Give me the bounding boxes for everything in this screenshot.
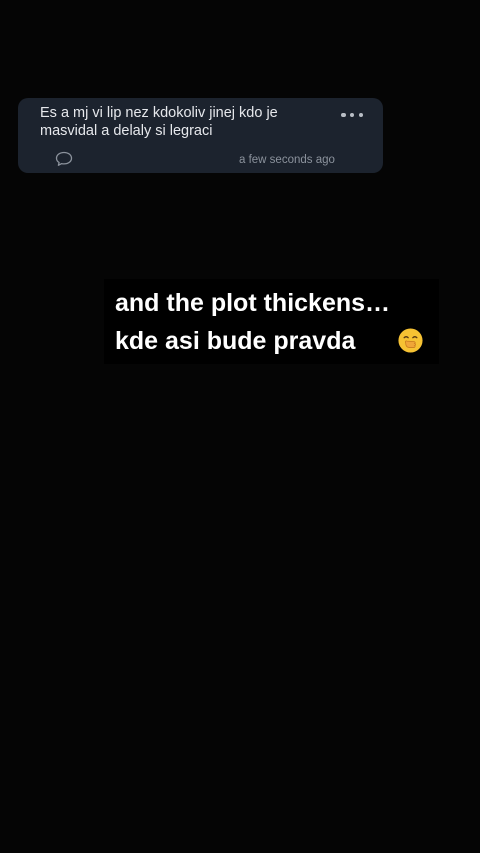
comment-timestamp: a few seconds ago	[239, 154, 335, 166]
comment-text: Es a mj vi lip nez kdokoliv jinej kdo je…	[40, 105, 278, 139]
more-options-icon[interactable]	[341, 108, 363, 122]
face-with-hand-over-mouth-icon	[398, 328, 423, 353]
caption-line-1: and the plot thickens…	[115, 289, 391, 317]
caption-line-2: kde asi bude pravda	[115, 327, 356, 355]
story-canvas: Es a mj vi lip nez kdokoliv jinej kdo je…	[0, 0, 480, 853]
speech-bubble-icon[interactable]	[55, 151, 73, 167]
dot	[341, 112, 346, 118]
dot	[349, 112, 355, 118]
comment-card[interactable]: Es a mj vi lip nez kdokoliv jinej kdo je…	[18, 98, 383, 173]
dot	[358, 112, 363, 118]
